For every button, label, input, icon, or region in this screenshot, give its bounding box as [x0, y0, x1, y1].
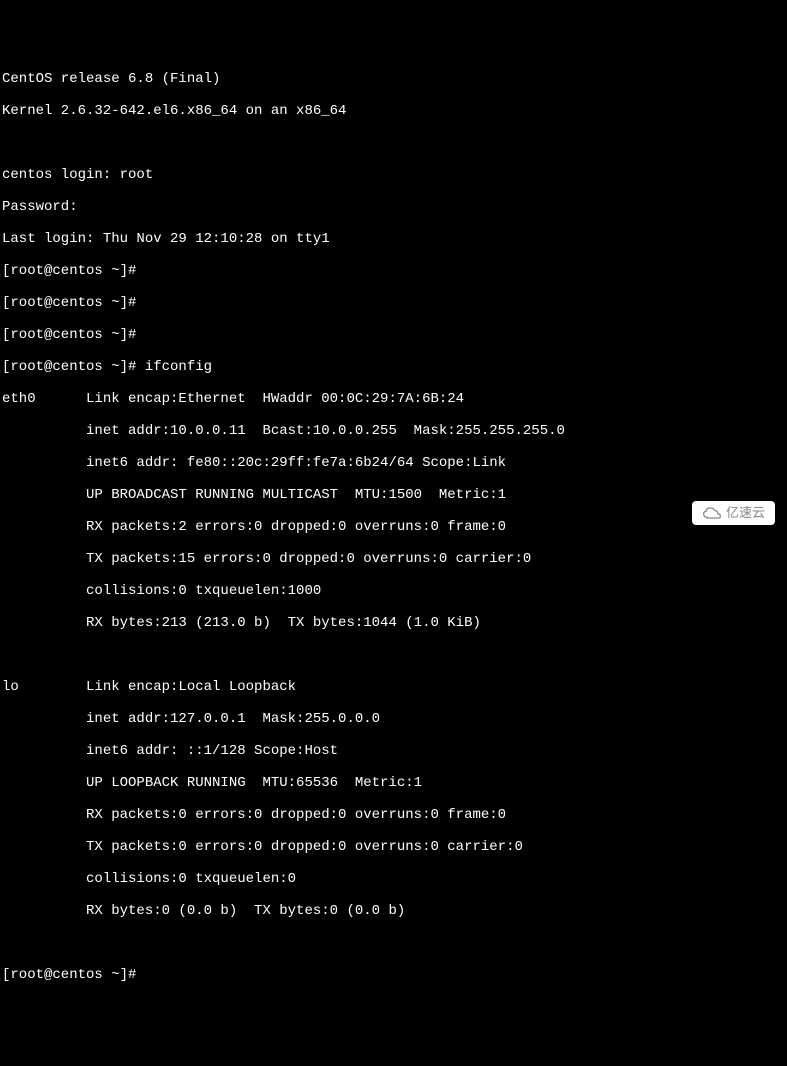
ifconfig-eth0-collisions: collisions:0 txqueuelen:1000: [2, 583, 785, 599]
shell-command-ifconfig[interactable]: [root@centos ~]# ifconfig: [2, 359, 785, 375]
ifconfig-lo-inet: inet addr:127.0.0.1 Mask:255.0.0.0: [2, 711, 785, 727]
shell-prompt-current[interactable]: [root@centos ~]#: [2, 967, 785, 983]
blank-line: [2, 135, 785, 151]
login-prompt[interactable]: centos login: root: [2, 167, 785, 183]
banner-line-2: Kernel 2.6.32-642.el6.x86_64 on an x86_6…: [2, 103, 785, 119]
shell-prompt[interactable]: [root@centos ~]#: [2, 295, 785, 311]
last-login: Last login: Thu Nov 29 12:10:28 on tty1: [2, 231, 785, 247]
ifconfig-eth0-bytes: RX bytes:213 (213.0 b) TX bytes:1044 (1.…: [2, 615, 785, 631]
watermark-badge: 亿速云: [692, 501, 775, 525]
ifconfig-lo-rxpackets: RX packets:0 errors:0 dropped:0 overruns…: [2, 807, 785, 823]
blank-line: [2, 647, 785, 663]
ifconfig-eth0-inet6: inet6 addr: fe80::20c:29ff:fe7a:6b24/64 …: [2, 455, 785, 471]
shell-prompt[interactable]: [root@centos ~]#: [2, 263, 785, 279]
ifconfig-lo-bytes: RX bytes:0 (0.0 b) TX bytes:0 (0.0 b): [2, 903, 785, 919]
ifconfig-eth0-txpackets: TX packets:15 errors:0 dropped:0 overrun…: [2, 551, 785, 567]
ifconfig-lo-header: lo Link encap:Local Loopback: [2, 679, 785, 695]
watermark-text: 亿速云: [726, 505, 765, 521]
ifconfig-lo-txpackets: TX packets:0 errors:0 dropped:0 overruns…: [2, 839, 785, 855]
ifconfig-lo-inet6: inet6 addr: ::1/128 Scope:Host: [2, 743, 785, 759]
ifconfig-eth0-inet: inet addr:10.0.0.11 Bcast:10.0.0.255 Mas…: [2, 423, 785, 439]
ifconfig-lo-flags: UP LOOPBACK RUNNING MTU:65536 Metric:1: [2, 775, 785, 791]
ifconfig-lo-collisions: collisions:0 txqueuelen:0: [2, 871, 785, 887]
banner-line-1: CentOS release 6.8 (Final): [2, 71, 785, 87]
ifconfig-eth0-header: eth0 Link encap:Ethernet HWaddr 00:0C:29…: [2, 391, 785, 407]
password-prompt[interactable]: Password:: [2, 199, 785, 215]
cloud-icon: [702, 506, 722, 520]
blank-line: [2, 935, 785, 951]
ifconfig-eth0-flags: UP BROADCAST RUNNING MULTICAST MTU:1500 …: [2, 487, 785, 503]
shell-prompt[interactable]: [root@centos ~]#: [2, 327, 785, 343]
